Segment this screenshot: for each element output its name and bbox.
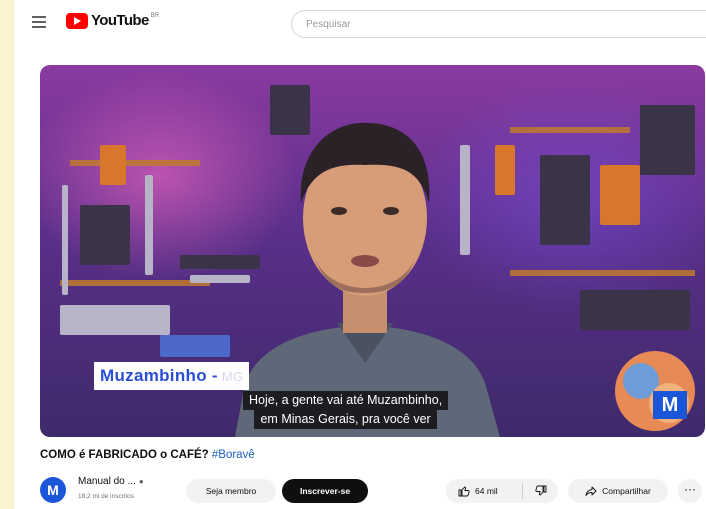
- more-actions-button[interactable]: ···: [678, 479, 702, 503]
- tool: [640, 105, 695, 175]
- video-title: COMO é FABRICADO o CAFÉ? #Boravê: [40, 449, 255, 461]
- share-button[interactable]: Compartilhar: [568, 479, 668, 503]
- presenter-figure: [235, 122, 500, 437]
- share-arrow-icon: [585, 486, 597, 496]
- caption-line-2: em Minas Gerais, pra você ver: [254, 410, 437, 429]
- subscriber-count: 18,2 mi de inscritos: [78, 493, 134, 500]
- channel-avatar[interactable]: M: [40, 477, 66, 503]
- video-title-text: COMO é FABRICADO o CAFÉ?: [40, 449, 209, 461]
- tool: [145, 175, 153, 275]
- tool: [600, 165, 640, 225]
- search-input[interactable]: [291, 10, 706, 38]
- dislike-button[interactable]: [523, 485, 547, 497]
- shelf: [510, 127, 630, 133]
- youtube-watch-page: YouTube BR Pesquisar Muzambinho - MG Hoj…: [14, 0, 706, 509]
- like-button[interactable]: 64 mil: [446, 485, 522, 497]
- wrench-rack: [60, 305, 170, 335]
- tool: [100, 145, 126, 185]
- youtube-logo[interactable]: YouTube BR: [66, 12, 159, 29]
- channel-name-row[interactable]: Manual do ... ●: [78, 476, 144, 487]
- share-label: Compartilhar: [602, 486, 651, 496]
- hashtag-link[interactable]: #Boravê: [212, 449, 255, 461]
- join-member-button[interactable]: Seja membro: [186, 479, 276, 503]
- shelf: [70, 160, 200, 166]
- tool: [80, 205, 130, 265]
- youtube-play-icon: [66, 12, 88, 29]
- channel-name[interactable]: Manual do ...: [78, 476, 136, 487]
- tool: [540, 155, 590, 245]
- logo-text: YouTube: [91, 12, 149, 29]
- shelf: [60, 280, 210, 286]
- verified-icon: ●: [138, 477, 144, 486]
- caption-line-1: Hoje, a gente vai até Muzambinho,: [243, 391, 449, 410]
- video-player[interactable]: Muzambinho - MG Hoje, a gente vai até Muz…: [40, 65, 705, 437]
- tool: [580, 290, 690, 330]
- shelf: [510, 270, 695, 276]
- subscribe-button[interactable]: Inscrever-se: [282, 479, 368, 503]
- like-dislike-group: 64 mil: [446, 479, 558, 503]
- like-count: 64 mil: [475, 486, 498, 496]
- thumbs-up-icon: [458, 486, 470, 497]
- closed-captions: Hoje, a gente vai até Muzambinho, em Min…: [243, 391, 449, 429]
- lower-third-city: Muzambinho -: [100, 366, 218, 385]
- thumbs-down-icon: [535, 485, 547, 496]
- logo-region: BR: [150, 12, 160, 19]
- tool: [62, 185, 68, 295]
- lower-third-location: Muzambinho - MG: [94, 362, 250, 390]
- menu-icon[interactable]: [32, 16, 46, 28]
- channel-watermark-logo[interactable]: M: [653, 391, 687, 419]
- lower-third-state: MG: [221, 369, 244, 384]
